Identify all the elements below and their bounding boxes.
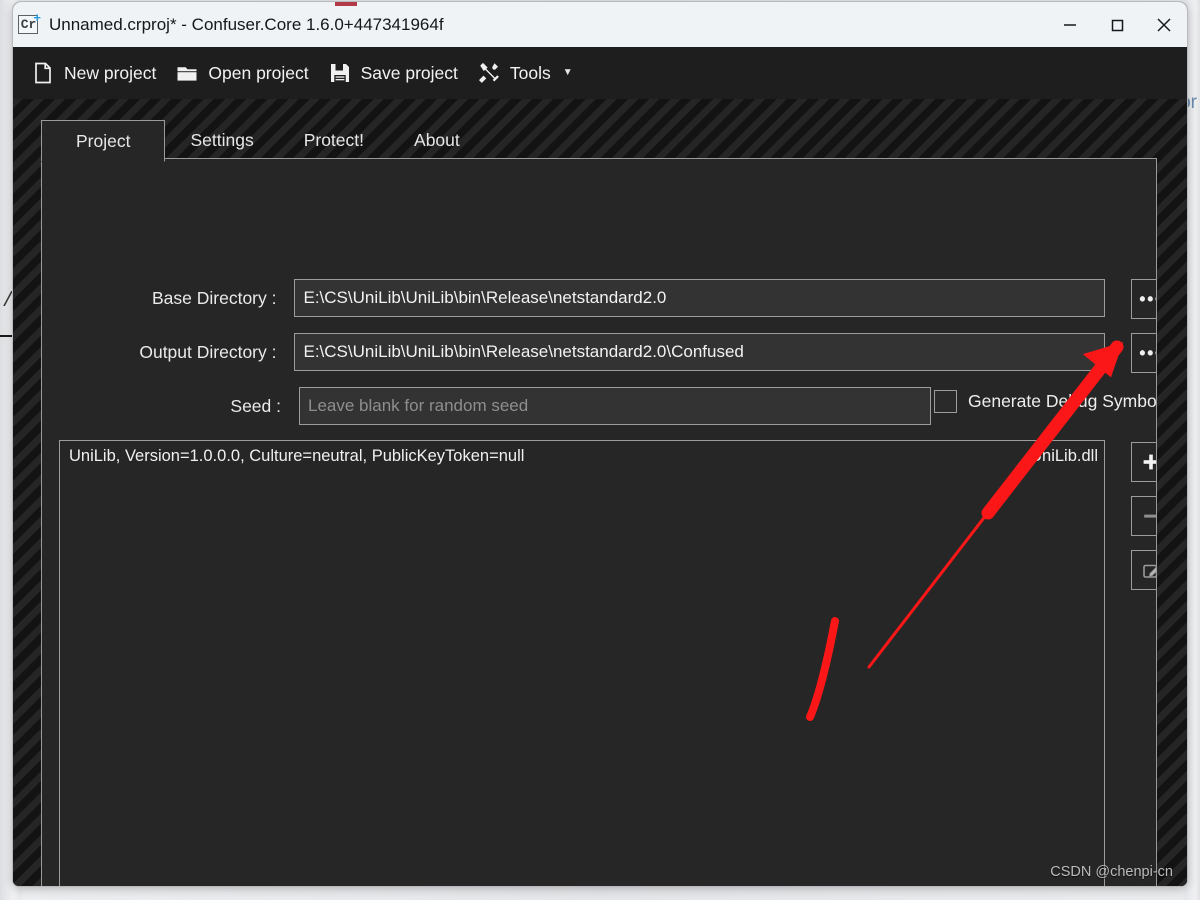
tab-project-label: Project (76, 131, 130, 152)
base-directory-row: Base Directory : E:\CS\UniLib\UniLib\bin… (59, 279, 1105, 317)
tools-menu-button[interactable]: Tools ▼ (471, 57, 586, 89)
edit-pencil-icon (1141, 560, 1158, 581)
window-controls (1046, 2, 1187, 47)
title-bar[interactable]: Cr + Unnamed.crproj* - Confuser.Core 1.6… (13, 2, 1187, 47)
module-file-name: UniLib.dll (1030, 447, 1098, 466)
browse-base-directory-button[interactable]: ••• (1131, 279, 1157, 319)
module-list[interactable]: UniLib, Version=1.0.0.0, Culture=neutral… (59, 440, 1105, 886)
seed-label: Seed : (59, 396, 281, 417)
close-icon[interactable] (1140, 2, 1187, 47)
new-project-label: New project (64, 63, 156, 84)
tools-label: Tools (510, 63, 551, 84)
output-directory-input[interactable]: E:\CS\UniLib\UniLib\bin\Release\netstand… (294, 333, 1105, 371)
ellipsis-icon: ••• (1139, 349, 1157, 358)
new-project-button[interactable]: New project (25, 57, 169, 89)
open-project-button[interactable]: Open project (169, 57, 321, 89)
csdn-watermark: CSDN @chenpi-cn (1050, 864, 1173, 880)
tab-settings[interactable]: Settings (165, 119, 278, 161)
base-directory-input[interactable]: E:\CS\UniLib\UniLib\bin\Release\netstand… (294, 279, 1105, 317)
maximize-icon[interactable] (1093, 2, 1140, 47)
hammer-wrench-icon (477, 61, 501, 85)
generate-debug-symbols-label: Generate Debug Symbols (968, 391, 1157, 412)
open-folder-icon (175, 61, 199, 85)
title-accent-mark (335, 2, 357, 6)
save-project-button[interactable]: Save project (322, 57, 471, 89)
list-item[interactable]: UniLib, Version=1.0.0.0, Culture=neutral… (60, 441, 1104, 471)
tab-settings-label: Settings (190, 130, 253, 151)
tab-project[interactable]: Project (41, 120, 165, 162)
project-tab-panel: Base Directory : E:\CS\UniLib\UniLib\bin… (41, 158, 1157, 886)
tab-about[interactable]: About (389, 119, 485, 161)
output-directory-row: Output Directory : E:\CS\UniLib\UniLib\b… (59, 333, 1105, 371)
seed-input[interactable]: Leave blank for random seed (299, 387, 931, 425)
chevron-down-icon: ▼ (563, 68, 573, 78)
client-area: Project Settings Protect! About Base Dir… (13, 99, 1187, 886)
tab-strip: Project Settings Protect! About (41, 117, 485, 161)
save-project-label: Save project (361, 63, 458, 84)
edit-module-button[interactable] (1131, 550, 1157, 590)
open-project-label: Open project (208, 63, 308, 84)
remove-module-button[interactable] (1131, 496, 1157, 536)
new-document-icon (31, 61, 55, 85)
base-directory-label: Base Directory : (59, 288, 276, 309)
window-title: Unnamed.crproj* - Confuser.Core 1.6.0+44… (49, 15, 444, 35)
tab-about-label: About (414, 130, 460, 151)
add-module-button[interactable] (1131, 442, 1157, 482)
confuser-app-icon: Cr + (18, 14, 40, 36)
output-directory-label: Output Directory : (59, 342, 276, 363)
minus-icon (1141, 506, 1157, 526)
ellipsis-icon: ••• (1139, 295, 1157, 304)
module-assembly-name: UniLib, Version=1.0.0.0, Culture=neutral… (69, 447, 524, 466)
main-toolbar: New project Open project (13, 47, 1187, 99)
desktop-background: // or Cr + Unnamed.crproj* - Confuser.Co… (0, 0, 1200, 900)
confuser-main-window: Cr + Unnamed.crproj* - Confuser.Core 1.6… (13, 2, 1187, 886)
minimize-icon[interactable] (1046, 2, 1093, 47)
tab-protect-label: Protect! (304, 130, 364, 151)
tab-protect[interactable]: Protect! (279, 119, 389, 161)
browse-output-directory-button[interactable]: ••• (1131, 333, 1157, 373)
plus-icon (1141, 452, 1157, 472)
generate-debug-symbols-checkbox[interactable]: Generate Debug Symbols (934, 390, 1157, 413)
checkbox-box[interactable] (934, 390, 957, 413)
floppy-disk-icon (328, 61, 352, 85)
